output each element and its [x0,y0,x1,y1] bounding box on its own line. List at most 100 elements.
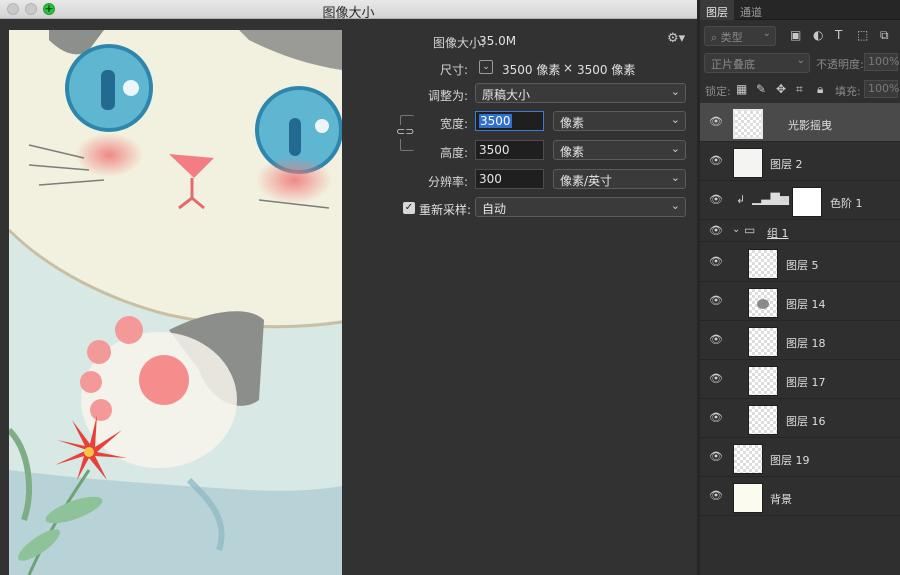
layer-thumbnail [733,109,763,139]
chevron-down-icon: ⌄ [670,199,680,212]
eye-icon[interactable]: 👁︎ [709,295,723,307]
eye-icon[interactable]: 👁︎ [709,490,723,502]
chevron-down-icon: ⌄ [762,28,771,39]
layer-row[interactable]: 👁︎ 图层 19 [700,438,900,477]
layer-thumbnail [748,405,778,435]
layer-name: 图层 19 [770,454,810,467]
lock-label: 锁定: [705,85,731,98]
width-label: 宽度: [439,117,468,131]
layer-name: 图层 5 [786,259,819,272]
dimensions-unit-dropdown[interactable]: ⌄ [479,60,493,74]
gear-icon[interactable]: ⚙▾ [667,31,685,46]
pixel-filter-icon[interactable]: ▣ [790,28,801,42]
cat-illustration [9,30,342,575]
resolution-label: 分辨率: [427,175,468,189]
eye-icon[interactable]: 👁︎ [709,334,723,346]
layer-group-row[interactable]: 👁︎ ⌄ ▭ 组 1 [700,220,900,242]
link-icon: ∞ [780,193,790,206]
opacity-input[interactable]: 100% [864,53,899,71]
layer-name: 背景 [770,493,792,506]
resample-select[interactable]: 自动 ⌄ [475,197,686,217]
title-bar: + 图像大小 [0,0,697,21]
layer-mask-thumbnail [792,187,822,217]
fit-to-value: 原稿大小 [482,88,531,102]
chevron-down-icon: ⌄ [670,113,680,126]
width-input[interactable]: 3500 [475,111,544,131]
layer-name: 图层 14 [786,298,826,311]
chevron-down-icon: ⌄ [796,55,805,66]
layer-name: 组 1 [767,227,789,240]
resolution-unit-select[interactable]: 像素/英寸 ⌄ [553,169,686,189]
fit-to-label: 调整为: [427,89,468,103]
layer-thumbnail [748,327,778,357]
lock-brush-icon[interactable]: ✎ [756,82,766,96]
resolution-unit-value: 像素/英寸 [560,174,613,188]
layer-name: 图层 17 [786,376,826,389]
lock-position-icon[interactable]: ✥ [776,82,786,96]
fill-input[interactable]: 100% [864,80,899,98]
height-label: 高度: [439,146,468,160]
layer-name: 色阶 1 [830,197,863,210]
eye-icon[interactable]: 👁︎ [709,116,723,128]
image-size-value: 35.0M [479,34,517,48]
layer-row[interactable]: 👁︎ 图层 17 [700,360,900,399]
width-unit-value: 像素 [560,116,585,130]
eye-icon[interactable]: 👁︎ [709,451,723,463]
layer-row[interactable]: 👁︎ 光影摇曳 [700,103,900,142]
height-unit-value: 像素 [560,145,585,159]
eye-icon[interactable]: 👁︎ [709,194,723,206]
chevron-down-icon: ⌄ [670,171,680,184]
layer-row[interactable]: 👁︎ 背景 [700,477,900,516]
layer-thumbnail [733,483,763,513]
filter-kind-value: 类型 [720,31,743,44]
tab-channels[interactable]: 通道 [740,4,762,20]
lock-all-icon[interactable]: 🔒︎ [817,82,823,97]
dimensions-height: 3500 像素 [577,63,636,77]
search-icon: ⌕ [711,31,718,44]
eye-icon[interactable]: 👁︎ [709,155,723,167]
shape-filter-icon[interactable]: ⬚ [857,28,868,42]
image-preview[interactable] [9,30,342,575]
fit-to-select[interactable]: 原稿大小 ⌄ [475,83,686,103]
smart-object-filter-icon[interactable]: ⧉ [880,28,889,43]
clip-arrow-icon: ↲ [736,193,746,206]
chevron-down-icon[interactable]: ⌄ [732,224,740,235]
eye-icon[interactable]: 👁︎ [709,412,723,424]
layer-filter-select[interactable]: ⌕ 类型 ⌄ [704,26,776,46]
layer-thumbnail [748,366,778,396]
layer-row[interactable]: 👁︎ 图层 2 [700,142,900,181]
layer-row[interactable]: 👁︎ 图层 5 [700,243,900,282]
resolution-input[interactable]: 300 [475,169,544,189]
resample-label: 重新采样: [419,203,472,217]
blend-mode-value: 正片叠底 [711,58,755,71]
layer-row[interactable]: 👁︎ ↲ ▁▃▇▅ ∞ 色阶 1 [700,181,900,220]
layer-name: 光影摇曳 [788,119,832,132]
adjustment-filter-icon[interactable]: ◐ [813,28,823,42]
tab-layers[interactable]: 图层 [706,4,728,20]
type-filter-icon[interactable]: T [835,28,842,42]
height-unit-select[interactable]: 像素 ⌄ [553,140,686,160]
layer-thumbnail [748,288,778,318]
panel-tabs: 图层 通道 [700,0,900,20]
lock-transparent-icon[interactable]: ▦ [736,82,747,96]
folder-icon: ▭ [744,223,756,237]
chevron-down-icon: ⌄ [670,142,680,155]
eye-icon[interactable]: 👁︎ [709,256,723,268]
image-size-label: 图像大小: [432,36,485,50]
resample-checkbox[interactable]: ✓ [403,202,415,214]
layer-row[interactable]: 👁︎ 图层 14 [700,282,900,321]
lock-artboard-icon[interactable]: ⌗ [796,82,803,97]
dimensions-width: 3500 像素 [502,63,561,77]
eye-icon[interactable]: 👁︎ [709,373,723,385]
layer-row[interactable]: 👁︎ 图层 18 [700,321,900,360]
blend-mode-select[interactable]: 正片叠底 ⌄ [704,53,810,73]
eye-icon[interactable]: 👁︎ [709,225,723,237]
layer-row[interactable]: 👁︎ 图层 16 [700,399,900,438]
layer-thumbnail [733,148,763,178]
fill-label: 填充: [835,85,861,98]
layer-name: 图层 18 [786,337,826,350]
height-input[interactable]: 3500 [475,140,544,160]
layer-thumbnail [748,249,778,279]
width-unit-select[interactable]: 像素 ⌄ [553,111,686,131]
dimensions-label: 尺寸: [439,63,468,77]
